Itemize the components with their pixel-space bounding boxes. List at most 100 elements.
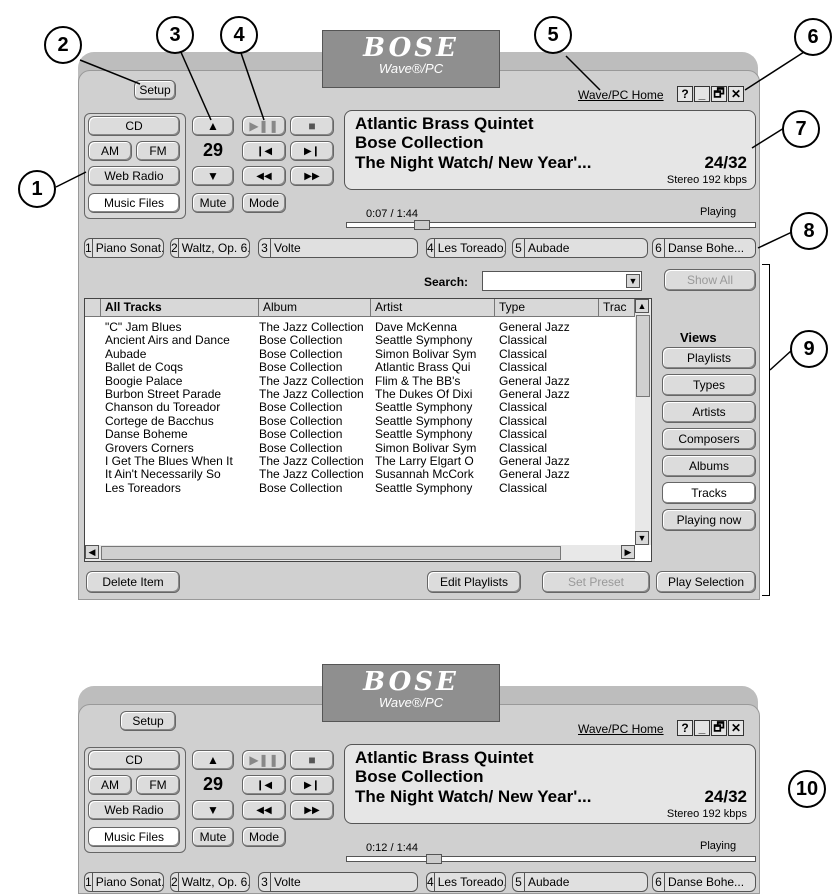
- fast-forward-button[interactable]: ▶▶: [290, 166, 334, 186]
- mini-cd-button[interactable]: CD: [88, 750, 180, 770]
- mini-play-pause-button[interactable]: ▶❚❚: [242, 750, 286, 770]
- play-selection-button[interactable]: Play Selection: [656, 571, 756, 593]
- table-row[interactable]: Cortege de Bacchus Bose Collection Seattle…: [85, 415, 635, 428]
- help-button[interactable]: ?: [677, 86, 693, 102]
- setup-button[interactable]: Setup: [134, 80, 176, 100]
- mini-setup-button[interactable]: Setup: [120, 711, 176, 731]
- mini-next-button[interactable]: ▶❙: [290, 775, 334, 795]
- mini-fast-forward-button[interactable]: ▶▶: [290, 800, 334, 820]
- mini-preset-button-3[interactable]: 3 Volte: [258, 872, 418, 892]
- preset-number: 4: [427, 239, 435, 257]
- mini-wave-pc-home-link[interactable]: Wave/PC Home: [578, 722, 664, 736]
- mini-preset-button-1[interactable]: 1 Piano Sonat...: [84, 872, 164, 892]
- table-row[interactable]: Burbon Street Parade The Jazz Collection T…: [85, 388, 635, 401]
- view-playlists-button[interactable]: Playlists: [662, 347, 756, 369]
- view-albums-button[interactable]: Albums: [662, 455, 756, 477]
- minimize-button[interactable]: _: [694, 86, 710, 102]
- column-header-track[interactable]: Trac: [599, 299, 635, 317]
- mini-web-radio-button[interactable]: Web Radio: [88, 800, 180, 820]
- mini-progress-thumb[interactable]: [425, 854, 442, 864]
- mode-button[interactable]: Mode: [242, 193, 286, 213]
- column-header-all-tracks[interactable]: All Tracks: [101, 299, 259, 317]
- set-preset-button[interactable]: Set Preset: [542, 571, 650, 593]
- table-row[interactable]: Ancient Airs and Dance Bose Collection Sea…: [85, 334, 635, 347]
- mini-rewind-button[interactable]: ◀◀: [242, 800, 286, 820]
- mini-mute-button[interactable]: Mute: [192, 827, 234, 847]
- table-row[interactable]: I Get The Blues When It The Jazz Collecti…: [85, 455, 635, 468]
- wave-pc-home-link[interactable]: Wave/PC Home: [578, 88, 664, 102]
- column-header-artist[interactable]: Artist: [371, 299, 495, 317]
- view-artists-button[interactable]: Artists: [662, 401, 756, 423]
- music-files-button[interactable]: Music Files: [88, 193, 180, 213]
- column-header-type[interactable]: Type: [495, 299, 599, 317]
- am-button[interactable]: AM: [88, 141, 132, 161]
- volume-up-button[interactable]: ▲: [192, 116, 234, 136]
- vertical-scroll-thumb[interactable]: [636, 315, 650, 397]
- table-row[interactable]: Danse Boheme Bose Collection Seattle Symph…: [85, 428, 635, 441]
- horizontal-scrollbar[interactable]: ◀ ▶: [85, 545, 635, 561]
- search-input[interactable]: ▼: [482, 271, 642, 291]
- edit-playlists-button[interactable]: Edit Playlists: [427, 571, 521, 593]
- scroll-up-icon[interactable]: ▲: [635, 299, 649, 313]
- progress-thumb[interactable]: [413, 220, 430, 230]
- delete-item-button[interactable]: Delete Item: [86, 571, 180, 593]
- mini-help-button[interactable]: ?: [677, 720, 693, 736]
- play-pause-button[interactable]: ▶❚❚: [242, 116, 286, 136]
- mini-preset-button-2[interactable]: 2 Waltz, Op. 6...: [170, 872, 250, 892]
- view-composers-button[interactable]: Composers: [662, 428, 756, 450]
- mini-volume-down-button[interactable]: ▼: [192, 800, 234, 820]
- stop-button[interactable]: ■: [290, 116, 334, 136]
- table-row[interactable]: Aubade Bose Collection Simon Bolivar Sym Cl…: [85, 348, 635, 361]
- previous-button[interactable]: ❙◀: [242, 141, 286, 161]
- column-header-album[interactable]: Album: [259, 299, 371, 317]
- table-row[interactable]: Boogie Palace The Jazz Collection Flim & T…: [85, 375, 635, 388]
- preset-button-4[interactable]: 4 Les Toreado...: [426, 238, 506, 258]
- mini-stop-button[interactable]: ■: [290, 750, 334, 770]
- preset-button-6[interactable]: 6 Danse Bohe...: [652, 238, 756, 258]
- web-radio-button[interactable]: Web Radio: [88, 166, 180, 186]
- horizontal-scroll-thumb[interactable]: [101, 546, 561, 560]
- mini-preset-button-4[interactable]: 4 Les Toreado...: [426, 872, 506, 892]
- mini-close-button[interactable]: ✕: [728, 720, 744, 736]
- mini-progress-slider[interactable]: [346, 854, 756, 864]
- table-row[interactable]: Ballet de Coqs Bose Collection Atlantic Br…: [85, 361, 635, 374]
- mini-music-files-button[interactable]: Music Files: [88, 827, 180, 847]
- view-playing-now-button[interactable]: Playing now: [662, 509, 756, 531]
- fm-button[interactable]: FM: [136, 141, 180, 161]
- mini-previous-button[interactable]: ❙◀: [242, 775, 286, 795]
- next-button[interactable]: ▶❙: [290, 141, 334, 161]
- search-dropdown-icon[interactable]: ▼: [626, 274, 640, 288]
- progress-slider[interactable]: [346, 220, 756, 230]
- close-button[interactable]: ✕: [728, 86, 744, 102]
- vertical-scrollbar[interactable]: ▲ ▼: [635, 299, 651, 545]
- preset-button-3[interactable]: 3 Volte: [258, 238, 418, 258]
- mini-minimize-button[interactable]: _: [694, 720, 710, 736]
- table-row[interactable]: Les Toreadors Bose Collection Seattle Symp…: [85, 482, 635, 495]
- scroll-left-icon[interactable]: ◀: [85, 545, 99, 559]
- preset-button-1[interactable]: 1 Piano Sonat...: [84, 238, 164, 258]
- restore-button[interactable]: 🗗: [711, 86, 727, 102]
- table-row[interactable]: It Ain't Necessarily So The Jazz Collecti…: [85, 468, 635, 481]
- preset-button-5[interactable]: 5 Aubade: [512, 238, 648, 258]
- preset-button-2[interactable]: 2 Waltz, Op. 6...: [170, 238, 250, 258]
- scroll-down-icon[interactable]: ▼: [635, 531, 649, 545]
- table-row[interactable]: Grovers Corners Bose Collection Simon Boli…: [85, 442, 635, 455]
- mini-restore-button[interactable]: 🗗: [711, 720, 727, 736]
- table-cell: Bose Collection: [259, 401, 343, 415]
- show-all-button[interactable]: Show All: [664, 269, 756, 291]
- mini-preset-button-6[interactable]: 6 Danse Bohe...: [652, 872, 756, 892]
- rewind-button[interactable]: ◀◀: [242, 166, 286, 186]
- mini-preset-button-5[interactable]: 5 Aubade: [512, 872, 648, 892]
- view-types-button[interactable]: Types: [662, 374, 756, 396]
- view-tracks-button[interactable]: Tracks: [662, 482, 756, 504]
- mini-fm-button[interactable]: FM: [136, 775, 180, 795]
- mini-mode-button[interactable]: Mode: [242, 827, 286, 847]
- mini-am-button[interactable]: AM: [88, 775, 132, 795]
- mute-button[interactable]: Mute: [192, 193, 234, 213]
- table-row[interactable]: Chanson du Toreador Bose Collection Seattl…: [85, 401, 635, 414]
- volume-down-button[interactable]: ▼: [192, 166, 234, 186]
- scroll-right-icon[interactable]: ▶: [621, 545, 635, 559]
- mini-volume-up-button[interactable]: ▲: [192, 750, 234, 770]
- table-row[interactable]: "C" Jam Blues The Jazz Collection Dave McK…: [85, 321, 635, 334]
- cd-button[interactable]: CD: [88, 116, 180, 136]
